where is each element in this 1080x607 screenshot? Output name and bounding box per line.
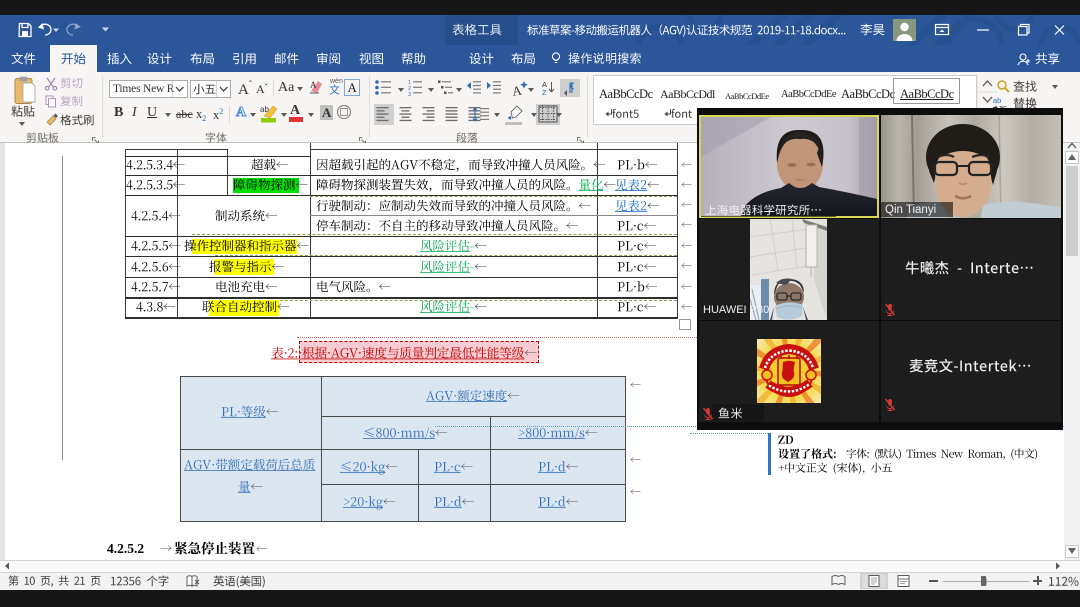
svg-text:3: 3 <box>408 92 411 98</box>
svg-text:A: A <box>310 80 317 90</box>
svg-text:Z: Z <box>542 88 547 97</box>
